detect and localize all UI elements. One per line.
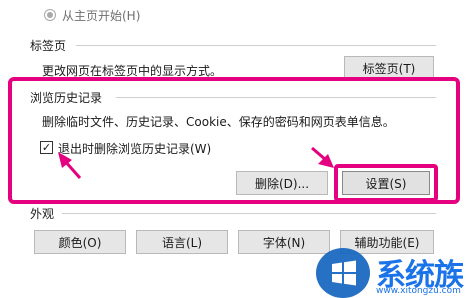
settings-highlight-frame xyxy=(334,164,438,202)
startup-home-radio[interactable] xyxy=(44,9,56,21)
tabs-heading: 标签页 xyxy=(30,39,67,53)
appearance-heading: 外观 xyxy=(30,207,55,221)
tabs-separator xyxy=(76,45,436,46)
languages-button[interactable]: 语言(L) xyxy=(136,230,228,254)
colors-button[interactable]: 颜色(O) xyxy=(34,230,126,254)
windows-logo-icon xyxy=(316,248,370,298)
appearance-separator xyxy=(62,213,436,214)
startup-home-radio-label: 从主页开始(H) xyxy=(62,9,141,23)
watermark-url: www.xitongzu.com xyxy=(376,286,461,296)
